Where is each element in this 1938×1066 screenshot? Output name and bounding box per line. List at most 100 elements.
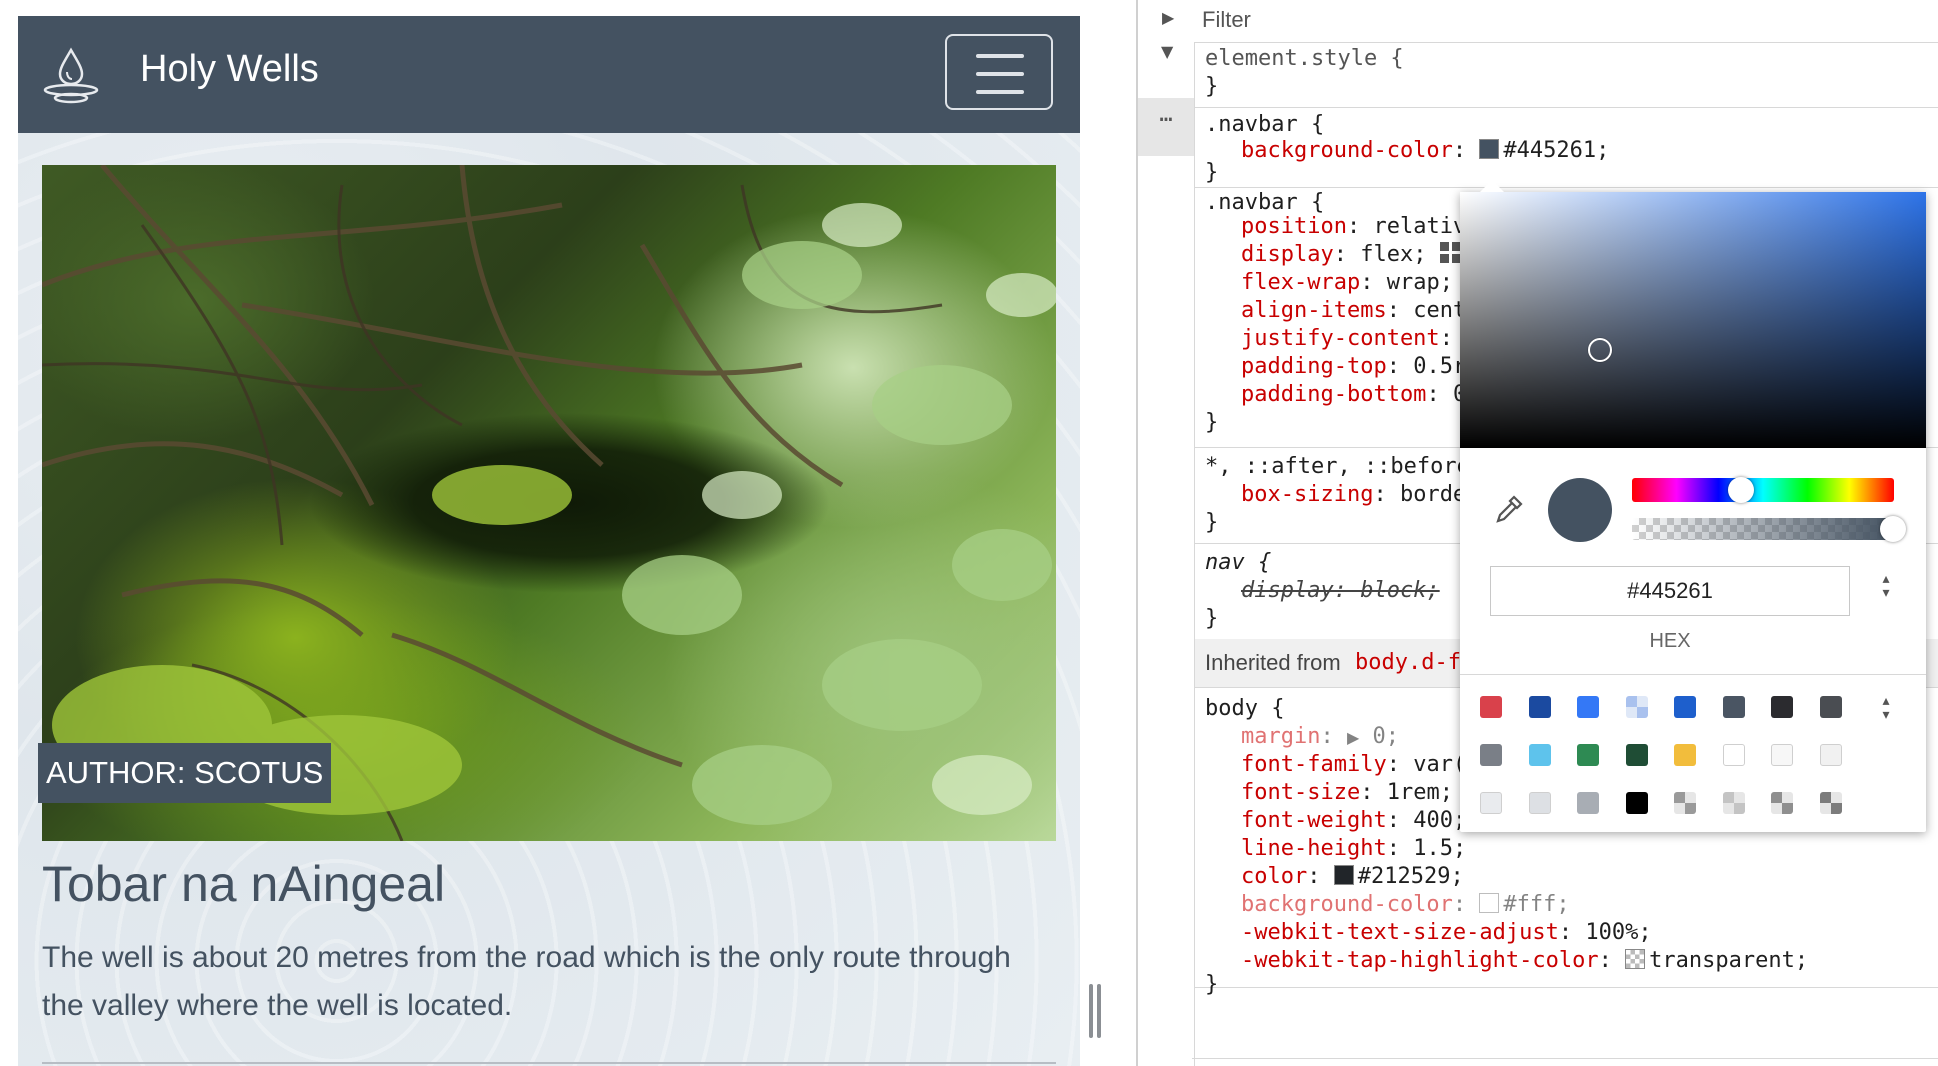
color-swatch[interactable] <box>1771 696 1793 718</box>
color-swatch[interactable] <box>1577 744 1599 766</box>
current-color-preview <box>1548 478 1612 542</box>
page-preview: Holy Wells AUTHOR: SCOTUS Tobar na nAing… <box>0 0 1136 1066</box>
rule-selector[interactable]: element.style { <box>1205 45 1404 73</box>
brand-title[interactable]: Holy Wells <box>140 50 319 88</box>
divider <box>1192 1058 1938 1059</box>
color-swatch[interactable] <box>1480 696 1502 718</box>
resize-handle[interactable] <box>1089 984 1101 1038</box>
site-container: Holy Wells AUTHOR: SCOTUS Tobar na nAing… <box>18 16 1080 1066</box>
rule-navbar-bg: .navbar { background-color: #445261; } <box>1195 107 1938 188</box>
color-swatch[interactable] <box>1819 792 1842 814</box>
rule-close: } <box>1205 160 1219 185</box>
property-tap-highlight-color[interactable]: -webkit-tap-highlight-color: transparent… <box>1241 947 1808 975</box>
well-title: Tobar na nAingeal <box>42 856 446 912</box>
expand-triangle-icon[interactable]: ▶ <box>1347 728 1359 747</box>
rule-close: } <box>1205 510 1219 535</box>
color-format-label: HEX <box>1649 630 1691 652</box>
rule-selector[interactable]: .navbar { <box>1205 111 1324 139</box>
property-display[interactable]: display: flex; <box>1241 241 1462 269</box>
flexbox-editor-icon[interactable] <box>1439 242 1462 264</box>
rule-selector[interactable]: nav { <box>1205 549 1271 577</box>
color-swatch[interactable] <box>1528 696 1551 718</box>
color-swatch[interactable] <box>1479 139 1500 159</box>
color-swatch[interactable] <box>1819 696 1842 718</box>
color-swatch[interactable] <box>1625 696 1648 718</box>
color-swatch[interactable] <box>1674 792 1696 814</box>
property-justify-content[interactable]: justify-content: <box>1241 325 1453 353</box>
property-margin[interactable]: margin: ▶ 0; <box>1241 723 1399 752</box>
property-color[interactable]: color: #212529; <box>1241 863 1464 891</box>
property-background-color[interactable]: background-color: #fff; <box>1241 891 1570 919</box>
color-swatch[interactable] <box>1625 949 1646 969</box>
property-padding-bottom[interactable]: padding-bottom: 0 <box>1241 381 1466 409</box>
divider <box>42 1062 1056 1064</box>
color-swatch[interactable] <box>1480 744 1502 766</box>
property-font-size[interactable]: font-size: 1rem; <box>1241 779 1453 807</box>
rule-close: } <box>1205 74 1219 99</box>
expand-triangle-icon[interactable]: ▶ <box>1162 8 1174 27</box>
eyedropper-icon[interactable] <box>1492 492 1526 526</box>
inherited-selector-link[interactable]: body.d-f <box>1355 650 1461 675</box>
collapse-triangle-icon[interactable]: ▼ <box>1161 42 1173 61</box>
well-description: The well is about 20 metres from the roa… <box>42 941 1011 1022</box>
property-display-overridden[interactable]: display: block; <box>1241 577 1440 605</box>
hamburger-icon <box>976 54 1024 58</box>
format-toggle-icon[interactable]: ▴ ▾ <box>1876 572 1896 608</box>
property-position[interactable]: position: relativ <box>1241 213 1466 241</box>
inherited-label: Inherited from <box>1205 650 1341 675</box>
color-swatch[interactable] <box>1333 865 1354 885</box>
property-line-height[interactable]: line-height: 1.5; <box>1241 835 1466 863</box>
color-swatch[interactable] <box>1819 744 1842 766</box>
hue-slider-handle[interactable] <box>1728 477 1754 503</box>
property-padding-top[interactable]: padding-top: 0.5r <box>1241 353 1466 381</box>
author-badge: AUTHOR: SCOTUS <box>38 743 332 803</box>
divider <box>1460 674 1926 675</box>
property-font-weight[interactable]: font-weight: 400; <box>1241 807 1466 835</box>
branches-overlay <box>42 165 1056 841</box>
more-options-icon[interactable]: … <box>1138 98 1194 156</box>
color-swatch[interactable] <box>1625 792 1648 814</box>
navbar: Holy Wells <box>18 16 1080 133</box>
rule-selector[interactable]: *, ::after, ::before <box>1205 453 1470 481</box>
color-spectrum[interactable] <box>1460 192 1926 448</box>
water-drop-logo-icon[interactable] <box>40 46 102 104</box>
hamburger-icon-line <box>976 72 1024 76</box>
rule-selector[interactable]: body { <box>1205 695 1284 723</box>
rule-element-style: element.style { } <box>1195 43 1938 108</box>
spectrum-handle[interactable] <box>1588 338 1612 362</box>
filter-bar <box>1194 0 1938 43</box>
filter-input[interactable] <box>1200 4 1604 36</box>
color-swatch[interactable] <box>1722 792 1745 814</box>
rule-close: } <box>1205 972 1219 997</box>
hue-slider[interactable] <box>1632 478 1894 502</box>
color-swatch[interactable] <box>1479 893 1500 913</box>
color-swatch[interactable] <box>1528 792 1551 814</box>
color-swatch[interactable] <box>1722 744 1745 766</box>
hex-value-input[interactable] <box>1490 566 1850 616</box>
property-box-sizing[interactable]: box-sizing: borde <box>1241 481 1466 509</box>
rule-close: } <box>1205 410 1219 435</box>
rule-close: } <box>1205 606 1219 631</box>
property-flex-wrap[interactable]: flex-wrap: wrap; <box>1241 269 1453 297</box>
palette-toggle-icon[interactable]: ▴ ▾ <box>1876 694 1896 730</box>
color-swatch[interactable] <box>1722 696 1745 718</box>
color-swatch[interactable] <box>1625 744 1648 766</box>
property-background-color[interactable]: background-color: #445261; <box>1241 137 1609 165</box>
menu-toggle-button[interactable] <box>945 34 1053 110</box>
devtools-gutter: ▶ ▼ … <box>1138 0 1194 1066</box>
color-swatch[interactable] <box>1577 792 1599 814</box>
popover-arrow <box>1480 180 1504 192</box>
color-picker-popover: HEX ▴▾ ▴▾ <box>1460 180 1926 832</box>
alpha-slider[interactable] <box>1632 518 1894 540</box>
alpha-slider-handle[interactable] <box>1880 516 1906 542</box>
color-swatch[interactable] <box>1528 744 1551 766</box>
color-swatch[interactable] <box>1771 792 1793 814</box>
color-swatch[interactable] <box>1674 744 1696 766</box>
color-swatch[interactable] <box>1480 792 1502 814</box>
property-text-size-adjust[interactable]: -webkit-text-size-adjust: 100%; <box>1241 919 1652 947</box>
color-swatch[interactable] <box>1771 744 1793 766</box>
property-font-family[interactable]: font-family: var( <box>1241 751 1466 779</box>
color-swatch[interactable] <box>1577 696 1599 718</box>
property-align-items[interactable]: align-items: cent <box>1241 297 1466 325</box>
color-swatch[interactable] <box>1674 696 1696 718</box>
